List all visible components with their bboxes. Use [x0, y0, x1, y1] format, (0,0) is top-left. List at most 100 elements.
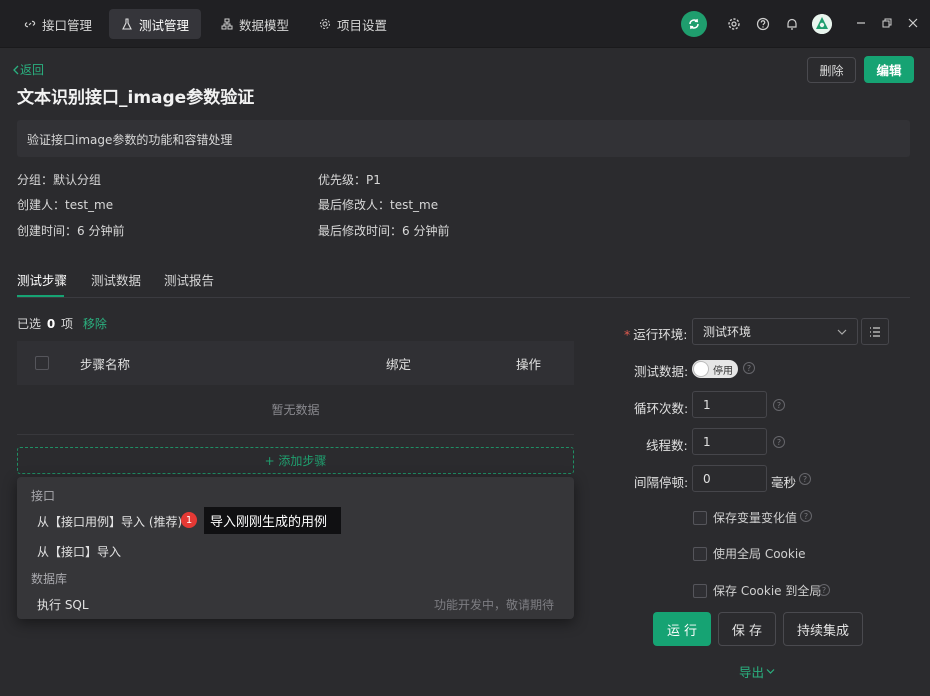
- interval-label: 间隔停顿:: [634, 475, 689, 490]
- close-icon[interactable]: [905, 15, 921, 31]
- env-select[interactable]: 测试环境: [692, 318, 858, 345]
- selection-info: 已选 0 项 移除: [17, 315, 107, 332]
- edit-button[interactable]: 编辑: [864, 56, 914, 83]
- nav-tab-label: 测试管理: [139, 17, 190, 33]
- nav-tab-label: 数据模型: [239, 17, 290, 33]
- step-badge: 1: [181, 512, 197, 528]
- threads-input[interactable]: 1: [692, 428, 767, 455]
- save-variable-checkbox[interactable]: [693, 510, 707, 525]
- link-icon: [24, 18, 36, 30]
- meta-priority: 优先级：P1: [318, 171, 381, 188]
- back-label: 返回: [20, 63, 45, 77]
- back-link[interactable]: 返回: [12, 61, 44, 78]
- nav-tab-label: 接口管理: [42, 17, 93, 33]
- table-header: 步骤名称 绑定 操作: [17, 341, 574, 385]
- nav-tab-project-settings[interactable]: 项目设置: [307, 9, 399, 39]
- meta-group-key: 分组：: [17, 173, 54, 187]
- test-data-switch[interactable]: 停用: [692, 360, 738, 378]
- minimize-icon[interactable]: [853, 15, 869, 31]
- tab-test-report[interactable]: 测试报告: [164, 270, 214, 289]
- bell-icon[interactable]: [784, 16, 800, 32]
- meta-modifier-value: test_me: [390, 198, 439, 212]
- dropdown-group-api: 接口: [31, 489, 56, 503]
- help-circle-icon[interactable]: [755, 16, 771, 32]
- sync-button[interactable]: [681, 11, 707, 37]
- export-link[interactable]: 导出: [739, 662, 775, 681]
- list-icon: [870, 326, 880, 337]
- loop-count-input[interactable]: 1: [692, 391, 767, 418]
- global-cookie-checkbox[interactable]: [693, 546, 707, 561]
- nav-tab-api-management[interactable]: 接口管理: [12, 9, 104, 39]
- remove-link[interactable]: 移除: [83, 317, 107, 331]
- meta-modified-value: 6 分钟前: [402, 224, 450, 238]
- delete-button[interactable]: 删除: [807, 57, 856, 83]
- tab-test-data[interactable]: 测试数据: [91, 270, 141, 289]
- meta-group-value: 默认分组: [53, 173, 102, 187]
- steps-table: 步骤名称 绑定 操作 暂无数据: [17, 341, 574, 435]
- column-step-name: 步骤名称: [80, 356, 131, 372]
- meta-creator-value: test_me: [65, 198, 114, 212]
- chevron-left-icon: [13, 65, 19, 74]
- env-list-button[interactable]: [861, 318, 889, 345]
- meta-created-time: 创建时间：6 分钟前: [17, 222, 124, 239]
- save-button[interactable]: 保 存: [718, 612, 776, 646]
- save-variable-option[interactable]: 保存变量变化值: [693, 509, 797, 526]
- interval-input[interactable]: 0: [692, 465, 767, 492]
- hint-tooltip: 导入刚刚生成的用例: [204, 507, 341, 534]
- page-title: 文本识别接口_image参数验证: [17, 88, 255, 108]
- avatar-icon: [812, 14, 832, 34]
- avatar[interactable]: [812, 14, 832, 34]
- sync-icon: [689, 18, 699, 30]
- dropdown-group-database: 数据库: [31, 572, 68, 586]
- description-box: 验证接口image参数的功能和容错处理: [17, 120, 910, 157]
- global-cookie-option[interactable]: 使用全局 Cookie: [693, 545, 806, 562]
- selection-suffix: 项: [61, 317, 74, 331]
- env-select-value: 测试环境: [703, 325, 752, 339]
- column-binding: 绑定: [386, 356, 412, 372]
- select-all-checkbox[interactable]: [35, 356, 49, 370]
- model-icon: [221, 18, 233, 30]
- nav-tab-data-model[interactable]: 数据模型: [209, 9, 301, 39]
- env-label-text: 运行环境:: [633, 327, 688, 342]
- save-cookie-checkbox[interactable]: [693, 583, 707, 598]
- loop-count-label: 循环次数:: [634, 401, 689, 416]
- import-from-api-item[interactable]: 从【接口】导入: [37, 543, 121, 560]
- switch-label: 停用: [713, 365, 733, 377]
- meta-created-value: 6 分钟前: [77, 224, 125, 238]
- detail-tabs: 测试步骤 测试数据 测试报告: [17, 262, 910, 298]
- settings-gear-icon[interactable]: [726, 16, 742, 32]
- selection-prefix: 已选: [17, 317, 42, 331]
- meta-creator-key: 创建人：: [17, 198, 66, 212]
- help-icon[interactable]: ?: [743, 362, 755, 374]
- add-step-button[interactable]: + 添加步骤: [17, 447, 574, 474]
- threads-label: 线程数:: [646, 438, 688, 453]
- help-icon[interactable]: ?: [818, 584, 830, 596]
- flask-icon: [121, 18, 133, 30]
- required-mark: *: [624, 327, 631, 342]
- top-bar: 接口管理 测试管理 数据模型 项目设置: [0, 0, 930, 48]
- help-icon[interactable]: ?: [773, 436, 785, 448]
- save-cookie-option[interactable]: 保存 Cookie 到全局: [693, 582, 821, 599]
- meta-priority-key: 优先级：: [318, 173, 367, 187]
- meta-creator: 创建人：test_me: [17, 196, 113, 213]
- nav-tab-test-management[interactable]: 测试管理: [109, 9, 202, 39]
- execute-sql-item[interactable]: 执行 SQL: [37, 596, 89, 613]
- add-step-dropdown: 接口 从【接口用例】导入 (推荐) 从【接口】导入 数据库 执行 SQL 功能开…: [17, 477, 574, 619]
- meta-modifier-key: 最后修改人：: [318, 198, 391, 212]
- run-button[interactable]: 运行: [653, 612, 711, 646]
- help-icon[interactable]: ?: [773, 399, 785, 411]
- env-label: * 运行环境:: [624, 324, 687, 343]
- save-variable-label: 保存变量变化值: [713, 511, 798, 525]
- ci-button[interactable]: 持续集成: [783, 612, 863, 646]
- import-from-api-case-item[interactable]: 从【接口用例】导入 (推荐): [37, 513, 182, 530]
- meta-last-modified-time: 最后修改时间：6 分钟前: [318, 222, 449, 239]
- export-label: 导出: [739, 665, 765, 680]
- help-icon[interactable]: ?: [799, 473, 811, 485]
- empty-state: 暂无数据: [17, 385, 574, 435]
- nav-tab-label: 项目设置: [337, 17, 388, 33]
- tab-test-steps[interactable]: 测试步骤: [17, 270, 67, 289]
- help-icon[interactable]: ?: [800, 510, 812, 522]
- chevron-down-icon: [766, 669, 775, 674]
- test-data-label: 测试数据:: [634, 364, 689, 379]
- restore-icon[interactable]: [879, 15, 895, 31]
